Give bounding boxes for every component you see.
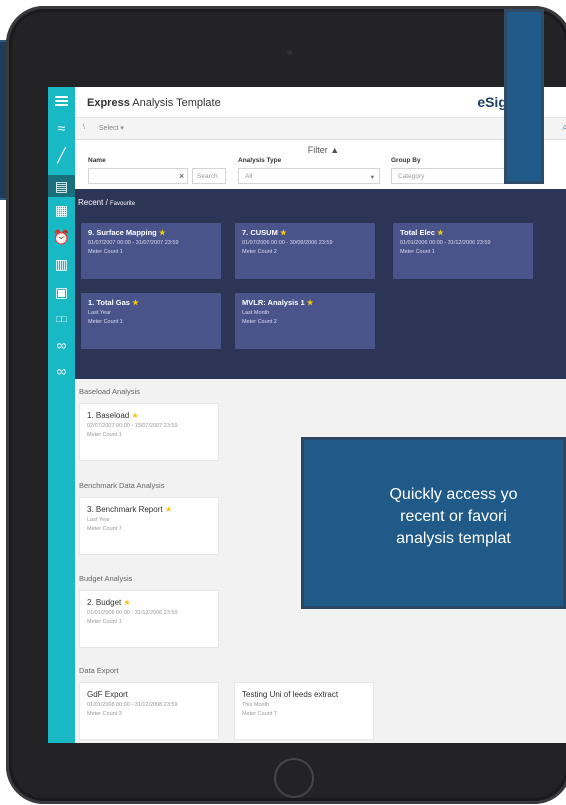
star-icon[interactable]: ★ [159,228,166,237]
menu-icon[interactable] [52,93,71,109]
star-icon[interactable]: ★ [437,228,444,237]
recent-card[interactable]: Total Elec ★ 01/01/2006 00:00 - 31/12/20… [393,223,533,279]
report-icon[interactable]: ▤ [48,175,75,197]
analysis-icon[interactable]: ≈ [52,120,71,136]
star-icon[interactable]: ★ [280,228,287,237]
tooltip-callout: Quickly access yo recent or favori analy… [301,437,566,609]
breadcrumb-separator: \ [83,124,85,131]
dashboard-icon[interactable]: ▦ [52,202,71,218]
home-button[interactable] [274,758,314,798]
star-icon[interactable]: ★ [165,505,172,514]
category-heading: Baseload Analysis [79,387,140,396]
recent-card[interactable]: MVLR: Analysis 1 ★ Last Month Meter Coun… [235,293,375,349]
star-icon[interactable]: ★ [123,598,130,607]
camera [287,50,292,55]
callout-box-top [504,9,544,184]
star-icon[interactable]: ★ [307,298,314,307]
filter-labels: Name Analysis Type Group By [75,157,566,168]
recent-panel: Recent / Favourite 9. Surface Mapping ★ … [75,189,566,379]
filter-toggle[interactable]: Filter ▲ [75,145,566,157]
template-card[interactable]: GdF Export 01/01/2008 00:00 - 31/12/2008… [79,682,219,740]
tablet-frame: ≈ ╱ ▤ ▦ ⏰ ▥ ▣ □□ ∞ ∞ Express Analysis Te… [6,6,566,804]
select-dropdown[interactable]: Select ▾ [99,124,124,132]
meter-icon[interactable]: ▣ [52,284,71,300]
star-icon[interactable]: ★ [132,411,139,420]
select-bar: \ Select ▾ ⌕ [75,118,566,140]
analysis-type-select[interactable]: All ▾ [238,168,380,184]
analysis-type-label: Analysis Type [238,157,282,164]
clear-icon[interactable]: × [179,171,184,181]
filter-fields: × Search All▾ Category▾ [75,168,566,186]
template-card[interactable]: 3. Benchmark Report ★ Last Year Meter Co… [79,497,219,555]
trend-icon[interactable]: ╱ [52,147,71,163]
name-label: Name [88,157,106,164]
top-bar: Express Analysis Template eSight® [75,87,566,118]
sidebar: ≈ ╱ ▤ ▦ ⏰ ▥ ▣ □□ ∞ ∞ [48,87,75,743]
search-icon[interactable]: ⌕ [562,122,566,133]
counter-icon[interactable]: □□ [52,311,71,327]
page-title: Express Analysis Template [87,97,221,109]
name-input[interactable] [88,168,188,184]
template-card[interactable]: 1. Baseload ★ 02/07/2007 00:00 - 15/07/2… [79,403,219,461]
recent-card[interactable]: 7. CUSUM ★ 01/07/2006 00:00 - 30/09/2006… [235,223,375,279]
group-by-label: Group By [391,157,421,164]
recent-card[interactable]: 9. Surface Mapping ★ 01/07/2007 00:00 - … [81,223,221,279]
recent-card[interactable]: 1. Total Gas ★ Last Year Meter Count 1 [81,293,221,349]
link-icon[interactable]: ∞ [52,337,71,353]
alarm-icon[interactable]: ⏰ [52,229,71,245]
category-heading: Budget Analysis [79,574,133,583]
template-card[interactable]: Testing Uni of leeds extract This Month … [234,682,374,740]
category-heading: Data Export [79,666,119,675]
main-content: Express Analysis Template eSight® \ Sele… [75,87,566,743]
recent-title: Recent / Favourite [78,198,136,207]
search-button[interactable]: Search [192,168,226,184]
template-card[interactable]: 2. Budget ★ 01/01/2006 00:00 - 31/12/200… [79,590,219,648]
category-heading: Benchmark Data Analysis [79,481,165,490]
screen: ≈ ╱ ▤ ▦ ⏰ ▥ ▣ □□ ∞ ∞ Express Analysis Te… [48,87,566,743]
building-icon[interactable]: ▥ [52,256,71,272]
star-icon[interactable]: ★ [132,298,139,307]
link-icon-2[interactable]: ∞ [52,363,71,379]
scene: ≈ ╱ ▤ ▦ ⏰ ▥ ▣ □□ ∞ ∞ Express Analysis Te… [0,0,566,805]
